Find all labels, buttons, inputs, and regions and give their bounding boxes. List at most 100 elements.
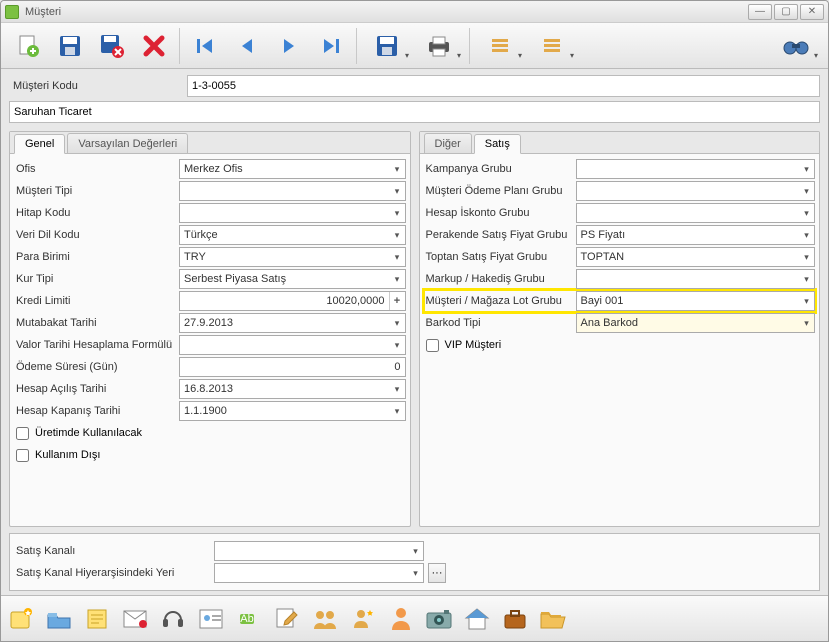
para-combo[interactable]: TRY▾ <box>179 247 406 267</box>
print-dropdown-button[interactable]: ▾ <box>413 26 465 66</box>
ofis-combo[interactable]: Merkez Ofis▾ <box>179 159 406 179</box>
printer-icon <box>425 32 453 60</box>
kapanis-label: Hesap Kapanış Tarihi <box>14 405 179 417</box>
kullanim-label: Kullanım Dışı <box>35 449 100 461</box>
right-tabs: Diğer Satış <box>420 132 820 154</box>
tag-green-icon[interactable]: Ab <box>235 605 263 633</box>
chevron-down-icon: ▾ <box>405 51 409 60</box>
nav-first-button[interactable] <box>184 26 226 66</box>
kredi-label: Kredi Limiti <box>14 295 179 307</box>
hier-lookup-button[interactable]: ··· <box>428 563 446 583</box>
kullanim-checkbox[interactable] <box>16 449 29 462</box>
chevron-down-icon: ▾ <box>389 160 405 178</box>
minimize-button[interactable]: — <box>748 4 772 20</box>
folder-open-icon[interactable] <box>539 605 567 633</box>
kampanya-label: Kampanya Grubu <box>424 163 576 175</box>
nav-next-icon <box>275 32 303 60</box>
nav-prev-icon <box>233 32 261 60</box>
chevron-down-icon: ▾ <box>407 564 423 582</box>
chevron-down-icon: ▾ <box>389 182 405 200</box>
save-button[interactable] <box>49 26 91 66</box>
vip-label: VIP Müşteri <box>445 339 502 351</box>
markup-combo[interactable]: ▾ <box>576 269 816 289</box>
perakende-combo[interactable]: PS Fiyatı▾ <box>576 225 816 245</box>
edit-note-icon[interactable] <box>273 605 301 633</box>
tab-genel[interactable]: Genel <box>14 134 65 154</box>
lot-combo[interactable]: Bayi 001▾ <box>576 291 816 311</box>
chevron-down-icon: ▾ <box>798 182 814 200</box>
headset-icon[interactable] <box>159 605 187 633</box>
chevron-down-icon: ▾ <box>814 51 818 60</box>
app-icon <box>5 5 19 19</box>
kur-label: Kur Tipi <box>14 273 179 285</box>
content-area: Müşteri Kodu 1-3-0055 Saruhan Ticaret Ge… <box>1 69 828 595</box>
new-document-icon <box>14 32 42 60</box>
nav-next-button[interactable] <box>268 26 310 66</box>
vip-checkbox[interactable] <box>426 339 439 352</box>
delete-button[interactable] <box>133 26 175 66</box>
customer-window: Müşteri — ▢ ✕ <box>0 0 829 642</box>
kur-combo[interactable]: Serbest Piyasa Satış▾ <box>179 269 406 289</box>
binoculars-icon <box>782 32 810 60</box>
musteri-tipi-combo[interactable]: ▾ <box>179 181 406 201</box>
chevron-down-icon: ▾ <box>798 226 814 244</box>
toptan-combo[interactable]: TOPTAN▾ <box>576 247 816 267</box>
user-star-icon[interactable] <box>349 605 377 633</box>
tab-varsayilan[interactable]: Varsayılan Değerleri <box>67 133 188 153</box>
hitap-combo[interactable]: ▾ <box>179 203 406 223</box>
uretimde-checkbox[interactable] <box>16 427 29 440</box>
tab-diger[interactable]: Diğer <box>424 133 472 153</box>
list-dropdown-2[interactable]: ▾ <box>526 26 578 66</box>
odeme-label: Ödeme Süresi (Gün) <box>14 361 179 373</box>
para-label: Para Birimi <box>14 251 179 263</box>
home-icon[interactable] <box>463 605 491 633</box>
chevron-down-icon: ▾ <box>407 542 423 560</box>
folder-blue-icon[interactable] <box>45 605 73 633</box>
chevron-down-icon: ▾ <box>570 51 574 60</box>
iskonto-combo[interactable]: ▾ <box>576 203 816 223</box>
briefcase-icon[interactable] <box>501 605 529 633</box>
maximize-button[interactable]: ▢ <box>774 4 798 20</box>
search-button[interactable]: ▾ <box>770 26 822 66</box>
camera-icon[interactable] <box>425 605 453 633</box>
note-new-icon[interactable] <box>7 605 35 633</box>
valor-combo[interactable]: ▾ <box>179 335 406 355</box>
close-button[interactable]: ✕ <box>800 4 824 20</box>
plus-icon[interactable]: + <box>389 292 405 310</box>
users-icon[interactable] <box>311 605 339 633</box>
kredi-input[interactable]: 10020,0000+ <box>179 291 406 311</box>
barkod-combo[interactable]: Ana Barkod▾ <box>576 313 816 333</box>
hitap-label: Hitap Kodu <box>14 207 179 219</box>
save-close-button[interactable] <box>91 26 133 66</box>
list-icon <box>538 32 566 60</box>
markup-label: Markup / Hakediş Grubu <box>424 273 576 285</box>
window-title: Müşteri <box>25 6 748 18</box>
name-input[interactable]: Saruhan Ticaret <box>9 101 820 123</box>
acilis-date[interactable]: 16.8.2013▾ <box>179 379 406 399</box>
toptan-label: Toptan Satış Fiyat Grubu <box>424 251 576 263</box>
veridil-combo[interactable]: Türkçe▾ <box>179 225 406 245</box>
mutabakat-date[interactable]: 27.9.2013▾ <box>179 313 406 333</box>
mail-card-icon[interactable] <box>121 605 149 633</box>
nav-last-button[interactable] <box>310 26 352 66</box>
odeme-input[interactable]: 0 <box>179 357 406 377</box>
kanal-combo[interactable]: ▾ <box>214 541 424 561</box>
tab-satis[interactable]: Satış <box>474 134 521 154</box>
odeme-plan-combo[interactable]: ▾ <box>576 181 816 201</box>
chevron-down-icon: ▾ <box>389 248 405 266</box>
code-input[interactable]: 1-3-0055 <box>187 75 820 97</box>
note-icon[interactable] <box>83 605 111 633</box>
chevron-down-icon: ▾ <box>798 270 814 288</box>
kapanis-date[interactable]: 1.1.1900▾ <box>179 401 406 421</box>
kanal-label: Satış Kanalı <box>14 545 214 557</box>
user-orange-icon[interactable] <box>387 605 415 633</box>
hier-combo[interactable]: ▾ <box>214 563 424 583</box>
contact-card-icon[interactable] <box>197 605 225 633</box>
list-dropdown-1[interactable]: ▾ <box>474 26 526 66</box>
kampanya-combo[interactable]: ▾ <box>576 159 816 179</box>
nav-prev-button[interactable] <box>226 26 268 66</box>
new-button[interactable] <box>7 26 49 66</box>
save-dropdown-button[interactable]: ▾ <box>361 26 413 66</box>
chevron-down-icon: ▾ <box>389 204 405 222</box>
chevron-down-icon: ▾ <box>518 51 522 60</box>
